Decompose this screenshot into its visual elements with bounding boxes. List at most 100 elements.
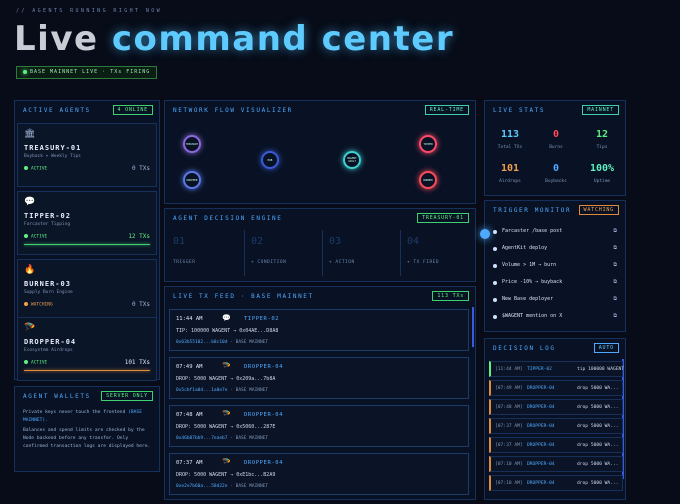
- tx-hash-link[interactable]: 0x63b55102...b8c10d: [176, 340, 227, 345]
- log-time: [07:37 AM]: [495, 443, 523, 448]
- agent-activity-bar: [24, 370, 150, 371]
- engine-step-condition: 02 + CONDITION: [245, 230, 323, 276]
- node-label: TREASURY: [185, 142, 199, 146]
- node-label: DROPPER: [186, 178, 198, 182]
- tx-agent: TIPPER-02: [244, 316, 280, 322]
- agents-online-badge: 4 ONLINE: [112, 105, 153, 115]
- node-hub[interactable]: HUB: [261, 151, 279, 169]
- tx-card[interactable]: 07:37 AM 🪂 DROPPER-04 DROP: 5000 WAGENT …: [169, 453, 469, 495]
- scrollbar[interactable]: [472, 307, 474, 347]
- speech-bubble-icon: 💬: [222, 314, 231, 322]
- log-message: tip 100000 WAGENT: [577, 367, 625, 372]
- tx-hash-link[interactable]: 0x46b87bb9...7eaeb7: [176, 436, 227, 441]
- tx-card[interactable]: 07:49 AM 🪂 DROPPER-04 DROP: 5000 WAGENT …: [169, 357, 469, 399]
- tx-feed-panel: LIVE TX FEED · BASE MAINNET 113 TXs 11:4…: [164, 286, 476, 500]
- agent-name: BURNER-03: [24, 280, 71, 288]
- external-link-icon[interactable]: ⧉: [613, 245, 617, 251]
- status-pill-label: BASE MAINNET LIVE · TXs FIRING: [30, 69, 151, 75]
- agent-tx-count: 0 TXs: [131, 165, 150, 172]
- decision-log-row: [11:44 AM] TIPPER-02 tip 100000 WAGENT: [489, 361, 625, 377]
- trigger-item[interactable]: Price -10% → buyback ⧉: [493, 276, 619, 290]
- agent-card-dropper[interactable]: 🪂 DROPPER-04 Ecosystem Airdrops ACTIVE 1…: [17, 317, 157, 381]
- trigger-item[interactable]: $WAGENT mention on X ⧉: [493, 310, 619, 324]
- trigger-label: $WAGENT mention on X: [502, 313, 563, 319]
- external-link-icon[interactable]: ⧉: [613, 279, 617, 285]
- wallets-note-a: Private keys never touch the frontend: [23, 410, 126, 415]
- agent-status-label: ACTIVE: [31, 166, 48, 172]
- tx-hash-link[interactable]: 0x5cbf1a0d...1a0e7e: [176, 388, 227, 393]
- log-message: drop 5000 WA...: [577, 462, 619, 467]
- tx-time: 07:49 AM: [176, 364, 203, 370]
- stat-tips: 12: [595, 129, 609, 140]
- agent-card-tipper[interactable]: 💬 TIPPER-02 Farcaster Tipping ACTIVE 12 …: [17, 191, 157, 255]
- stat-label: Burns: [549, 145, 563, 150]
- live-dot-icon: [23, 69, 27, 74]
- external-link-icon[interactable]: ⧉: [613, 262, 617, 268]
- log-agent: TIPPER-02: [527, 367, 552, 372]
- step-label: + ACTION: [329, 260, 355, 265]
- engine-step-tx-fired: 04 + TX FIRED: [401, 230, 479, 276]
- agent-wallets-title: AGENT WALLETS: [23, 393, 91, 400]
- network-flow-title: NETWORK FLOW VISUALIZER: [173, 107, 293, 114]
- log-time: [07:37 AM]: [495, 424, 523, 429]
- stat-label: Total TXs: [497, 145, 523, 150]
- agent-tx-count: 0 TXs: [131, 301, 150, 308]
- trigger-item[interactable]: AgentKit deploy ⧉: [493, 242, 619, 256]
- auto-badge: AUTO: [593, 343, 619, 353]
- tx-hash-link[interactable]: 0xe2e7b60a...58d22e: [176, 484, 227, 489]
- tx-network: · BASE MAINNET: [230, 340, 269, 345]
- trigger-label: New Base deployer: [502, 296, 554, 302]
- decision-log-row: [07:37 AM] DROPPER-04 drop 5000 WA...: [489, 437, 623, 453]
- agent-desc: Ecosystem Airdrops: [24, 348, 73, 353]
- step-number: 01: [173, 236, 186, 247]
- tx-meta: 0x46b87bb9...7eaeb7 · BASE MAINNET: [176, 436, 268, 441]
- tx-card[interactable]: 11:44 AM 💬 TIPPER-02 TIP: 100000 WAGENT …: [169, 309, 469, 351]
- log-agent: DROPPER-04: [527, 386, 555, 391]
- trigger-item[interactable]: Volume > 1M → burn ⧉: [493, 259, 619, 273]
- page-title-main: command center: [111, 19, 455, 59]
- agent-card-burner[interactable]: 🔥 BURNER-03 Supply Burn Engine WATCHING …: [17, 259, 157, 323]
- tx-time: 07:48 AM: [176, 412, 203, 418]
- trigger-dot-icon: [493, 247, 497, 251]
- node-dropper[interactable]: DROPPER: [183, 171, 201, 189]
- trigger-label: Price -10% → buyback: [502, 279, 563, 285]
- agent-status: ACTIVE: [24, 166, 47, 172]
- node-vault[interactable]: WAGENT VAULT: [343, 151, 361, 169]
- external-link-icon[interactable]: ⧉: [613, 228, 617, 234]
- node-treasury[interactable]: TREASURY: [183, 135, 201, 153]
- log-agent: DROPPER-04: [527, 405, 555, 410]
- external-link-icon[interactable]: ⧉: [613, 296, 617, 302]
- stat-label: Buybacks: [545, 179, 567, 184]
- agent-status-label: WATCHING: [31, 302, 53, 308]
- step-number: 03: [329, 236, 342, 247]
- trigger-item[interactable]: New Base deployer ⧉: [493, 293, 619, 307]
- mainnet-badge: MAINNET: [582, 105, 619, 115]
- log-message: drop 5000 WA...: [577, 443, 619, 448]
- live-stats-panel: LIVE STATS MAINNET 113 Total TXs 0 Burns…: [484, 100, 626, 196]
- external-link-icon[interactable]: ⧉: [613, 313, 617, 319]
- trigger-dot-icon: [493, 264, 497, 268]
- engine-step-trigger: 01 TRIGGER: [167, 230, 245, 276]
- tx-message: TIP: 100000 WAGENT → 0x04AE...D8A8: [176, 328, 279, 334]
- header-kicker: // AGENTS RUNNING RIGHT NOW: [16, 8, 163, 14]
- tx-agent: DROPPER-04: [244, 364, 284, 370]
- tx-card[interactable]: 07:48 AM 🪂 DROPPER-04 DROP: 5000 WAGENT …: [169, 405, 469, 447]
- agent-card-treasury[interactable]: 🏛 TREASURY-01 Buyback + Weekly Tips ACTI…: [17, 123, 157, 187]
- tx-agent: DROPPER-04: [244, 460, 284, 466]
- trigger-item[interactable]: Farcaster /base post ⧉: [493, 225, 619, 239]
- bank-icon: 🏛: [24, 129, 36, 139]
- tx-meta: 0x63b55102...b8c10d · BASE MAINNET: [176, 340, 268, 345]
- node-tipper[interactable]: TIPPER: [419, 135, 437, 153]
- tx-network: · BASE MAINNET: [230, 436, 269, 441]
- page-title: Live command center: [14, 20, 454, 58]
- log-agent: DROPPER-04: [527, 481, 555, 486]
- log-agent: DROPPER-04: [527, 424, 555, 429]
- trigger-dot-icon: [493, 281, 497, 285]
- step-label: TRIGGER: [173, 260, 196, 265]
- node-burner[interactable]: BURNER: [419, 171, 437, 189]
- log-message: drop 5000 WA...: [577, 405, 619, 410]
- stat-burns: 0: [552, 129, 560, 140]
- agent-status-label: ACTIVE: [31, 360, 48, 366]
- log-time: [07:10 AM]: [495, 481, 523, 486]
- tx-agent: DROPPER-04: [244, 412, 284, 418]
